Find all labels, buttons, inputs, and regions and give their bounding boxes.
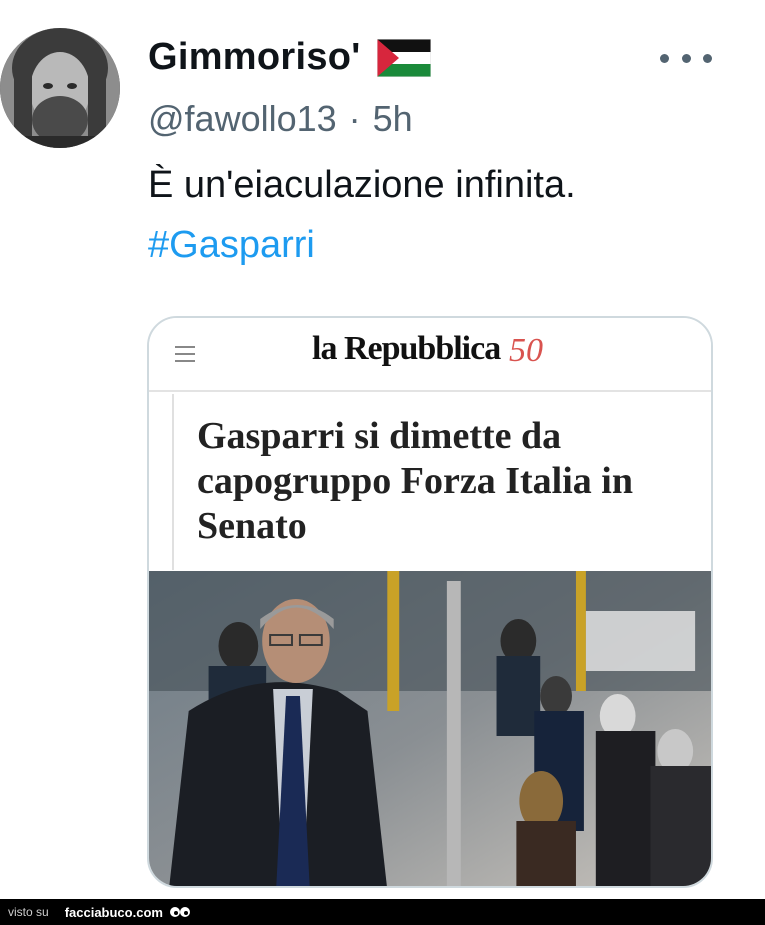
timestamp[interactable]: 5h [373,98,413,140]
brand-logo: la Repubblica [312,330,501,367]
more-options-icon[interactable] [660,48,712,68]
author-name-row: Gimmoriso' [148,36,431,79]
brand-anniversary: 50 [509,332,543,369]
avatar-image [0,28,120,148]
footer-watermark: visto su facciabuco.com [0,899,765,925]
footer-site[interactable]: facciabuco.com [65,905,163,920]
handle[interactable]: @fawollo13 [148,98,337,140]
article-photo [149,571,711,886]
article-headline: Gasparri si dimette da capogruppo Forza … [197,415,633,547]
photo-image [149,571,711,886]
card-header: la Repubblica 50 [149,318,711,392]
hashtag-link[interactable]: #Gasparri [148,224,315,267]
eyes-icon [169,907,190,917]
headline-area: Gasparri si dimette da capogruppo Forza … [149,394,711,570]
media-card[interactable]: la Repubblica 50 Gasparri si dimette da … [147,316,713,888]
divider [172,394,174,570]
separator: · [348,98,361,139]
more-dot [681,53,691,63]
footer-prefix: visto su [8,905,49,919]
avatar[interactable] [0,28,120,148]
display-name[interactable]: Gimmoriso' [148,36,361,79]
handle-row: @fawollo13 · 5h [148,98,413,140]
palestine-flag-icon [376,38,431,77]
more-dot [660,53,669,63]
tweet-text: È un'eiaculazione infinita. [148,164,576,206]
hamburger-menu-icon[interactable] [175,346,195,362]
more-dot [703,53,712,63]
